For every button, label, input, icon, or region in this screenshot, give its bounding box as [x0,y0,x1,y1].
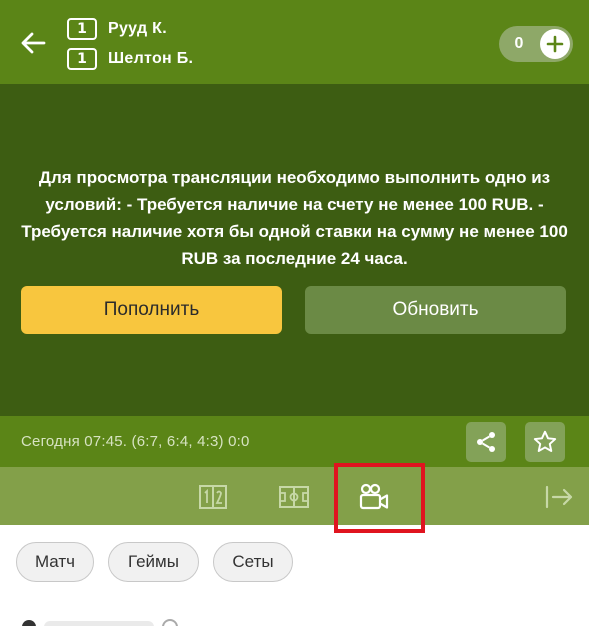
stream-conditions-message: Для просмотра трансляции необходимо выпо… [21,168,568,268]
player-row-1: 1 Рууд К. [67,17,167,41]
next-section-peek [22,619,178,626]
chip-sets[interactable]: Сеты [213,542,293,582]
plus-icon [540,29,570,59]
star-icon [533,430,557,452]
player-2-score: 1 [67,48,97,70]
share-icon [477,432,495,452]
back-button[interactable] [14,24,52,62]
tab-exit[interactable] [543,481,575,513]
match-header: 1 Рууд К. 1 Шелтон Б. 0 [0,0,589,84]
player-1-score: 1 [67,18,97,40]
exit-icon [545,485,573,509]
tab-video[interactable] [358,481,390,513]
bet-slip-button[interactable]: 0 [499,26,573,62]
player-row-2: 1 Шелтон Б. [67,47,193,71]
info-icon [162,619,178,626]
player-2-name: Шелтон Б. [108,50,194,67]
bullet-icon [22,620,36,626]
scoreboard-icon [199,485,227,509]
stream-placeholder: Для просмотра трансляции необходимо выпо… [0,84,589,416]
share-button[interactable] [466,422,506,462]
tab-field[interactable] [278,481,310,513]
market-filter-chips: Матч Геймы Сеты [16,542,293,582]
video-camera-icon [359,483,389,510]
deposit-button[interactable]: Пополнить [21,286,282,334]
bet-count: 0 [514,35,524,52]
match-tab-bar [0,467,589,525]
chip-match[interactable]: Матч [16,542,94,582]
tab-scoreboard[interactable] [197,481,229,513]
match-info-bar: Сегодня 07:45. (6:7, 6:4, 4:3) 0:0 [0,416,589,467]
arrow-left-icon [21,32,46,54]
field-icon [279,486,309,508]
match-time-score: Сегодня 07:45. (6:7, 6:4, 4:3) 0:0 [21,433,250,450]
player-1-name: Рууд К. [108,20,167,37]
favorite-button[interactable] [525,422,565,462]
chip-games[interactable]: Геймы [108,542,199,582]
refresh-button[interactable]: Обновить [305,286,566,334]
loading-placeholder [44,621,154,626]
